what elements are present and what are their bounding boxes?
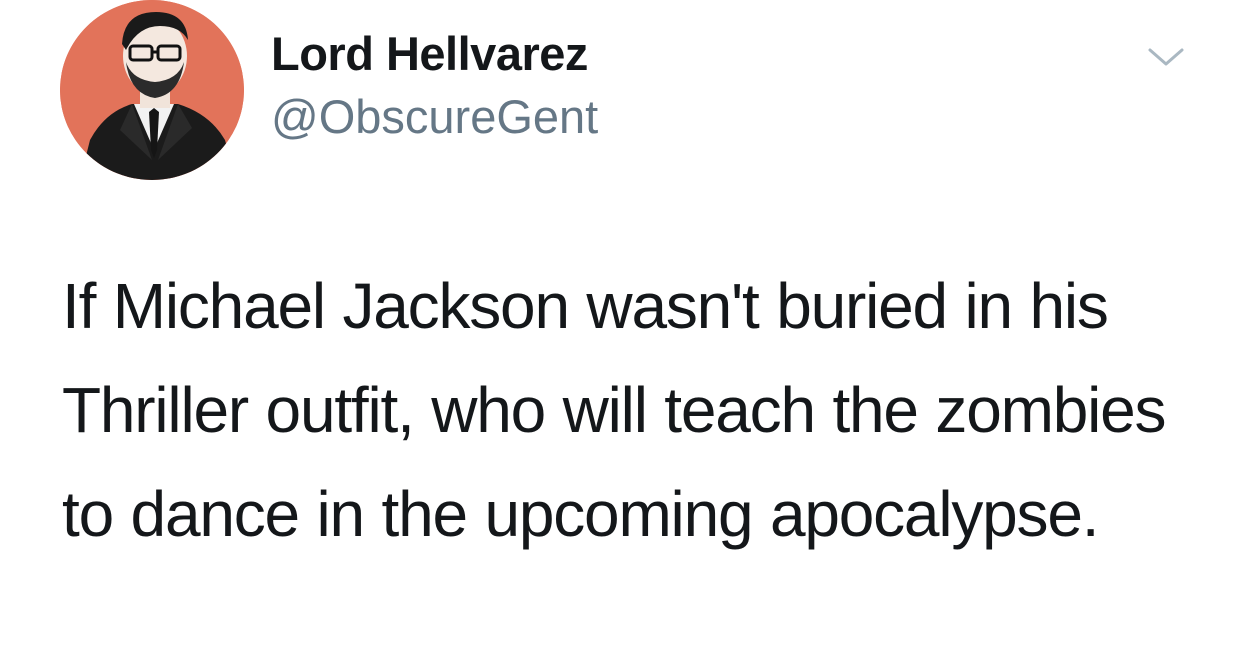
author-handle[interactable]: @ObscureGent: [271, 89, 598, 145]
tweet-card: Lord Hellvarez @ObscureGent If Michael J…: [0, 0, 1242, 669]
author-display-name[interactable]: Lord Hellvarez: [271, 26, 588, 82]
avatar-illustration-icon: [60, 0, 244, 180]
author-avatar[interactable]: [60, 0, 244, 180]
chevron-down-icon[interactable]: [1146, 42, 1186, 72]
tweet-text: If Michael Jackson wasn't buried in his …: [62, 270, 1167, 550]
